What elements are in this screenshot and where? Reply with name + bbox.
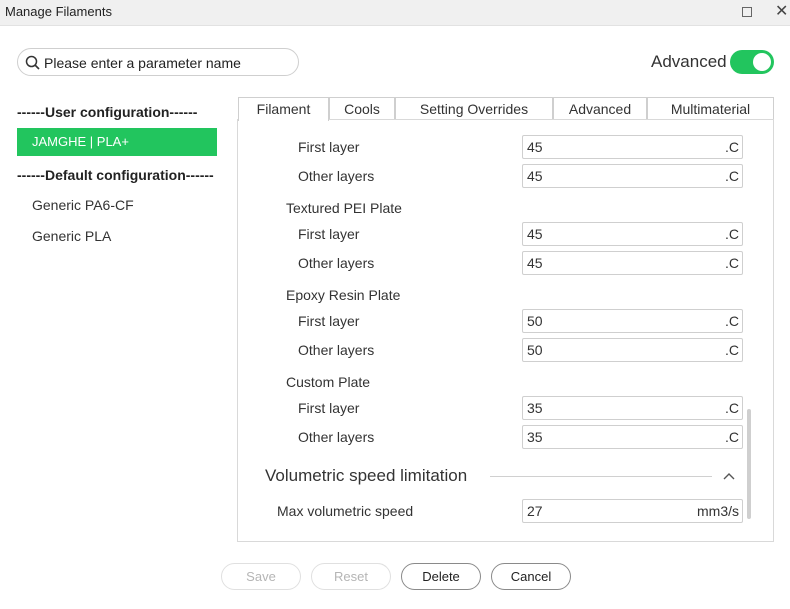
temp-field[interactable]: 35 .C (522, 425, 743, 449)
temp-field[interactable]: 50 .C (522, 338, 743, 362)
row-label: Other layers (298, 255, 375, 271)
preset-item[interactable]: Generic PA6-CF (32, 197, 134, 213)
volumetric-section-title: Volumetric speed limitation (265, 466, 468, 485)
delete-button[interactable]: Delete (401, 563, 481, 590)
cancel-button[interactable]: Cancel (491, 563, 571, 590)
temp-field[interactable]: 45 .C (522, 222, 743, 246)
preset-item[interactable]: Generic PLA (32, 228, 111, 244)
maximize-icon[interactable] (742, 7, 752, 17)
temp-field[interactable]: 45 .C (522, 164, 743, 188)
search-icon (25, 55, 40, 70)
temp-field[interactable]: 35 .C (522, 396, 743, 420)
tab-bar: Filament Cools Setting Overrides Advance… (238, 97, 774, 121)
row-label: First layer (298, 226, 360, 242)
search-input[interactable] (44, 53, 294, 73)
tab-cools[interactable]: Cools (329, 97, 395, 120)
volumetric-speed-field[interactable]: 27 mm3/s (522, 499, 743, 523)
row-label: Other layers (298, 429, 375, 445)
advanced-label: Advanced (651, 52, 727, 71)
plate-group-label: Custom Plate (286, 374, 371, 390)
chevron-up-icon[interactable] (722, 471, 736, 481)
window-title: Manage Filaments (5, 4, 112, 19)
user-config-header: ------User configuration------ (17, 104, 198, 120)
row-label: First layer (298, 139, 360, 155)
row-label: First layer (298, 400, 360, 416)
tab-filament[interactable]: Filament (238, 97, 329, 121)
toggle-knob (753, 53, 771, 71)
plate-group-label: Epoxy Resin Plate (286, 287, 401, 303)
default-config-header: ------Default configuration------ (17, 167, 214, 183)
plate-group-label: Textured PEI Plate (286, 200, 402, 216)
temp-field[interactable]: 50 .C (522, 309, 743, 333)
tab-setting-overrides[interactable]: Setting Overrides (395, 97, 553, 120)
row-label: Other layers (298, 168, 375, 184)
close-icon[interactable]: ✕ (775, 2, 788, 22)
search-box[interactable] (17, 48, 299, 76)
section-divider (490, 476, 712, 477)
title-bar: Manage Filaments ✕ (0, 0, 790, 26)
temp-field[interactable]: 45 .C (522, 251, 743, 275)
temp-field[interactable]: 45 .C (522, 135, 743, 159)
scrollbar[interactable] (747, 409, 751, 519)
reset-button[interactable]: Reset (311, 563, 391, 590)
row-label: Other layers (298, 342, 375, 358)
row-label: First layer (298, 313, 360, 329)
save-button[interactable]: Save (221, 563, 301, 590)
row-label: Max volumetric speed (277, 503, 414, 519)
advanced-toggle[interactable] (730, 50, 774, 74)
preset-item-selected[interactable]: JAMGHE | PLA+ (17, 128, 217, 156)
settings-panel: First layer 45 .C Other layers 45 .C Tex… (237, 119, 774, 542)
tab-advanced[interactable]: Advanced (553, 97, 647, 120)
tab-multimaterial[interactable]: Multimaterial (647, 97, 774, 120)
